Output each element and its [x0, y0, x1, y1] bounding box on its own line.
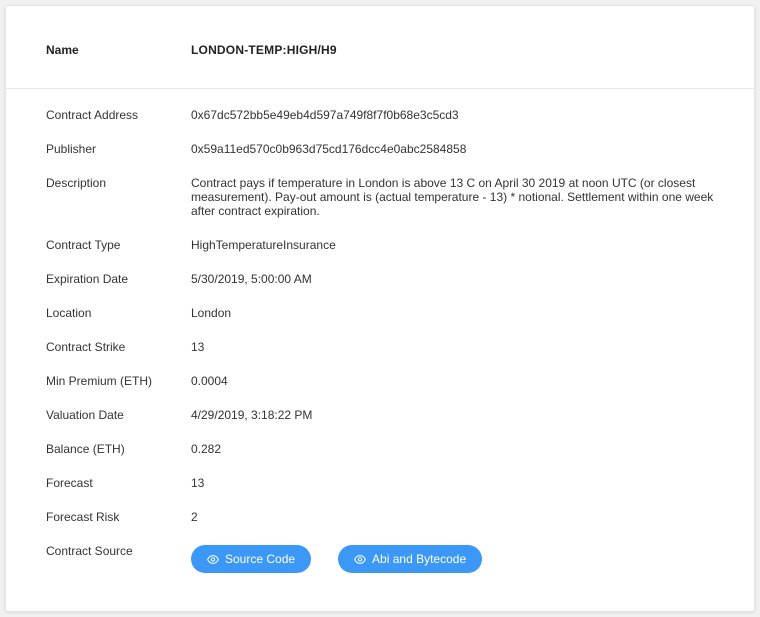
field-label: Expiration Date	[46, 272, 129, 286]
contract-name: LONDON-TEMP:HIGH/H9	[191, 43, 337, 57]
expiration-date-value: 5/30/2019, 5:00:00 AM	[191, 272, 312, 286]
field-label: Contract Source	[46, 544, 133, 558]
field-label: Contract Address	[46, 108, 139, 122]
row-expiration-date: Expiration Date 5/30/2019, 5:00:00 AM	[6, 272, 754, 306]
row-contract-source: Contract Source Source Code Abi and Byte…	[6, 544, 754, 604]
abi-bytecode-button[interactable]: Abi and Bytecode	[338, 545, 483, 573]
contract-strike-value: 13	[191, 340, 205, 354]
publisher-value: 0x59a11ed570c0b963d75cd176dcc4e0abc25848…	[191, 142, 467, 156]
field-label: Forecast Risk	[46, 510, 120, 524]
contract-type-value: HighTemperatureInsurance	[191, 238, 336, 252]
row-contract-strike: Contract Strike 13	[6, 340, 754, 374]
row-forecast-risk: Forecast Risk 2	[6, 510, 754, 544]
field-label: Contract Strike	[46, 340, 126, 354]
row-valuation-date: Valuation Date 4/29/2019, 3:18:22 PM	[6, 408, 754, 442]
name-label: Name	[46, 43, 79, 57]
field-label: Min Premium (ETH)	[46, 374, 153, 388]
contract-address-value: 0x67dc572bb5e49eb4d597a749f8f7f0b68e3c5c…	[191, 108, 459, 122]
field-label: Contract Type	[46, 238, 121, 252]
min-premium-value: 0.0004	[191, 374, 228, 388]
field-label: Balance (ETH)	[46, 442, 125, 456]
valuation-date-value: 4/29/2019, 3:18:22 PM	[191, 408, 313, 422]
field-label: Publisher	[46, 142, 97, 156]
field-label: Description	[46, 176, 107, 190]
balance-value: 0.282	[191, 442, 222, 456]
row-location: Location London	[6, 306, 754, 340]
field-label: Forecast	[46, 476, 93, 490]
description-value: Contract pays if temperature in London i…	[191, 176, 714, 218]
contract-details-card: Name LONDON-TEMP:HIGH/H9 Contract Addres…	[5, 5, 755, 612]
source-buttons: Source Code Abi and Bytecode	[191, 545, 721, 573]
forecast-value: 13	[191, 476, 205, 490]
field-label: Valuation Date	[46, 408, 124, 422]
field-label: Location	[46, 306, 92, 320]
source-code-button[interactable]: Source Code	[191, 545, 312, 573]
row-forecast: Forecast 13	[6, 476, 754, 510]
row-contract-address: Contract Address 0x67dc572bb5e49eb4d597a…	[6, 108, 754, 142]
forecast-risk-value: 2	[191, 510, 198, 524]
row-min-premium: Min Premium (ETH) 0.0004	[6, 374, 754, 408]
row-contract-type: Contract Type HighTemperatureInsurance	[6, 238, 754, 272]
contract-header: Name LONDON-TEMP:HIGH/H9	[6, 6, 754, 89]
location-value: London	[191, 306, 232, 320]
source-code-label: Source Code	[225, 552, 296, 566]
eye-icon	[207, 554, 219, 564]
row-description: Description Contract pays if temperature…	[6, 176, 754, 238]
abi-bytecode-label: Abi and Bytecode	[372, 552, 467, 566]
row-publisher: Publisher 0x59a11ed570c0b963d75cd176dcc4…	[6, 142, 754, 176]
row-balance: Balance (ETH) 0.282	[6, 442, 754, 476]
eye-icon	[354, 554, 367, 564]
details-list: Contract Address 0x67dc572bb5e49eb4d597a…	[6, 108, 754, 604]
